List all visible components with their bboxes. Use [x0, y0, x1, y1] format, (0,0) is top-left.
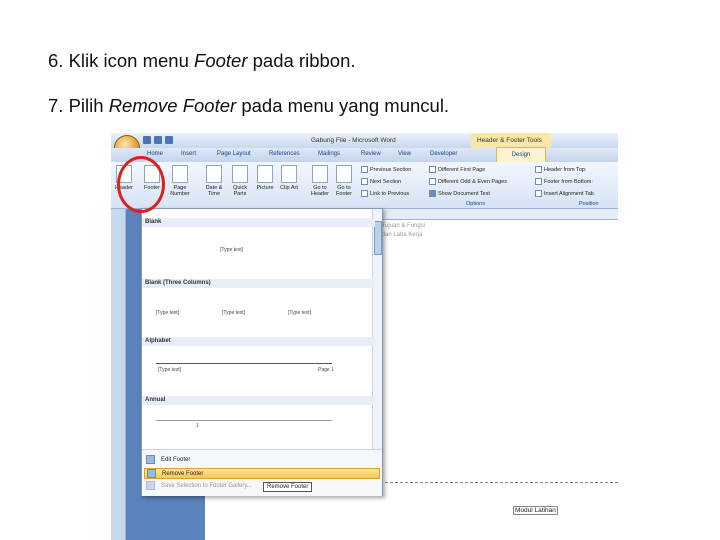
footer-from-bottom[interactable]: Footer from Bottom: [535, 178, 593, 185]
save-selection-menu-item[interactable]: Save Selection to Footer Gallery... [144, 481, 380, 492]
gallery-scrollbar[interactable] [372, 209, 382, 449]
step-6-text: Klik icon menu [68, 50, 189, 71]
step-7-text-end: pada menu yang muncul. [241, 95, 450, 116]
scrollbar-thumb[interactable] [374, 221, 382, 255]
tab-design[interactable]: Design [496, 147, 546, 162]
vertical-ruler [111, 209, 126, 540]
remove-footer-menu-item[interactable]: Remove Footer [144, 468, 380, 479]
instruction-step-7: 7. Pilih Remove Footer pada menu yang mu… [48, 95, 449, 117]
gallery-placeholder-center: [Type text] [222, 310, 246, 316]
picture-label: Picture [256, 185, 274, 191]
date-time-button[interactable]: Date & Time [203, 165, 225, 197]
show-document-text-checkbox[interactable]: Show Document Text [429, 190, 490, 197]
gallery-section-annual: Annual [142, 396, 375, 405]
quick-access-toolbar [143, 136, 173, 144]
go-to-footer-label: Go to Footer [336, 185, 352, 197]
edit-footer-menu-item[interactable]: Edit Footer [144, 455, 380, 466]
edit-footer-icon [146, 455, 155, 464]
gallery-section-blank: Blank [142, 218, 375, 227]
save-selection-icon [146, 481, 155, 490]
window-title: Gabung File - Microsoft Word [311, 137, 396, 144]
gallery-section-alphabet: Alphabet [142, 337, 375, 346]
step-7-text: Pilih [68, 95, 104, 116]
context-tab-label: Header & Footer Tools [477, 137, 542, 144]
step-6-number: 6. [48, 50, 64, 71]
step-7-number: 7. [48, 95, 64, 116]
clip-art-label: Clip Art [280, 185, 298, 191]
annual-page-number: 1 [196, 423, 199, 429]
previous-section-button[interactable]: Previous Section [361, 166, 411, 173]
gallery-menu: Edit Footer Remove Footer Save Selection… [142, 449, 382, 496]
redo-icon[interactable] [165, 136, 173, 144]
undo-icon[interactable] [154, 136, 162, 144]
go-to-footer-icon [336, 165, 352, 183]
tab-view[interactable]: View [398, 151, 411, 157]
instruction-step-6: 6. Klik icon menu Footer pada ribbon. [48, 50, 356, 72]
page-number-label: Page Number [170, 185, 190, 197]
calendar-icon [206, 165, 222, 183]
quick-parts-label: Quick Parts [232, 185, 248, 197]
edit-footer-label: Edit Footer [161, 457, 191, 464]
picture-button[interactable]: Picture [254, 165, 276, 191]
tab-developer[interactable]: Developer [430, 151, 457, 157]
footer-text: Modul Latihan [513, 506, 558, 515]
footer-highlight-circle [117, 156, 165, 213]
go-to-header-label: Go to Header [310, 185, 330, 197]
date-time-label: Date & Time [205, 185, 223, 197]
page-number-icon [172, 165, 188, 183]
word-screenshot: Gabung File - Microsoft Word Header & Fo… [111, 133, 618, 540]
header-from-top[interactable]: Header from Top: [535, 166, 586, 173]
alphabet-left-text: [Type text] [158, 367, 182, 373]
alphabet-footer-line [156, 363, 332, 364]
different-odd-even-checkbox[interactable]: Different Odd & Even Pages [429, 178, 507, 185]
tab-page-layout[interactable]: Page Layout [217, 151, 251, 157]
quick-parts-button[interactable]: Quick Parts [229, 165, 251, 197]
context-tab-header: Header & Footer Tools [471, 133, 551, 148]
different-first-page-checkbox[interactable]: Different First Page [429, 166, 485, 173]
clip-art-icon [281, 165, 297, 183]
gallery-placeholder: [Type text] [220, 247, 244, 253]
gallery-section-three-columns: Blank (Three Columns) [142, 279, 375, 288]
annual-footer-line [156, 420, 332, 421]
step-6-emphasis: Footer [194, 50, 248, 71]
go-to-header-button[interactable]: Go to Header [309, 165, 331, 197]
save-icon[interactable] [143, 136, 151, 144]
footer-boundary [355, 482, 618, 483]
tab-mailings[interactable]: Mailings [318, 151, 340, 157]
remove-footer-tooltip: Remove Footer [263, 482, 313, 492]
gallery-placeholder-left: [Type text] [156, 310, 180, 316]
insert-alignment-tab-button[interactable]: Insert Alignment Tab [535, 190, 594, 197]
next-section-button[interactable]: Next Section [361, 178, 401, 185]
ribbon-tabs: Home Insert Page Layout References Maili… [111, 147, 618, 163]
gallery-placeholder-right: [Type text] [288, 310, 312, 316]
position-group-label: Position [579, 201, 599, 207]
link-to-previous-button[interactable]: Link to Previous [361, 190, 409, 197]
tab-home[interactable]: Home [147, 151, 163, 157]
tab-references[interactable]: References [269, 151, 300, 157]
ribbon: Header Footer Page Number Date & Time Qu… [111, 162, 618, 209]
save-selection-label: Save Selection to Footer Gallery... [161, 483, 252, 490]
go-to-header-icon [312, 165, 328, 183]
options-group-label: Options [466, 201, 485, 207]
remove-footer-label: Remove Footer [162, 471, 204, 478]
picture-icon [257, 165, 273, 183]
clip-art-button[interactable]: Clip Art [278, 165, 300, 191]
step-6-text-end: pada ribbon. [252, 50, 356, 71]
footer-gallery-dropdown: Blank [Type text] Blank (Three Columns) … [141, 208, 383, 496]
step-7-emphasis: Remove Footer [108, 95, 237, 116]
go-to-footer-button[interactable]: Go to Footer [333, 165, 355, 197]
quick-parts-icon [232, 165, 248, 183]
tab-review[interactable]: Review [361, 151, 381, 157]
tab-insert[interactable]: Insert [181, 151, 196, 157]
alphabet-page-text: Page 1 [318, 367, 334, 373]
page-number-button[interactable]: Page Number [169, 165, 191, 197]
remove-footer-icon [147, 469, 156, 478]
